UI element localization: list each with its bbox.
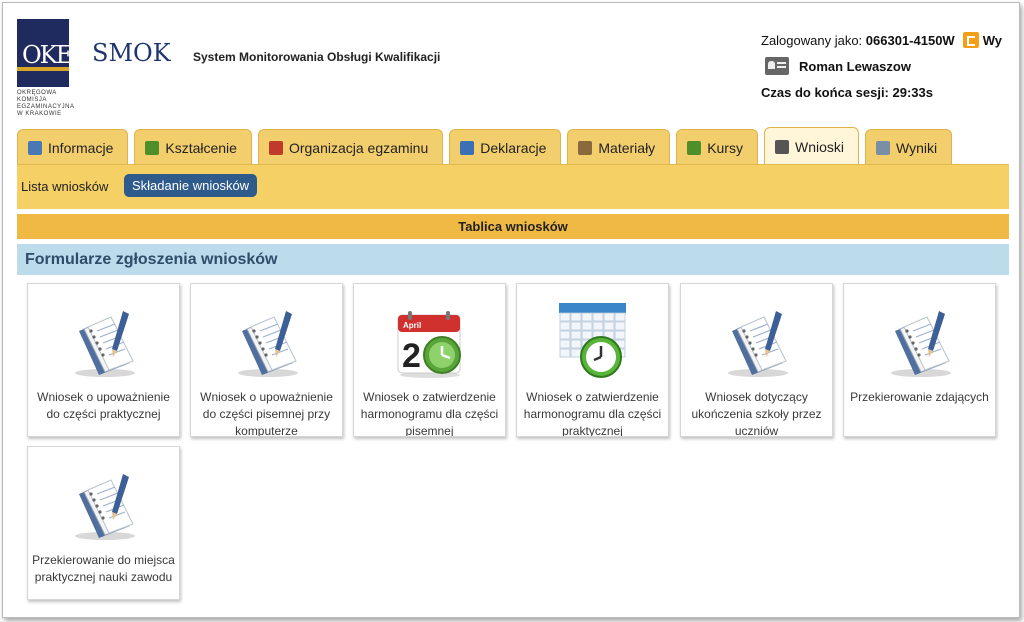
tree-icon (687, 140, 702, 155)
notepad-pen-icon (681, 284, 832, 379)
form-icon (774, 139, 789, 154)
form-tile[interactable]: Przekierowanie do miejsca praktycznej na… (27, 446, 180, 600)
login-id: 066301-4150W (865, 32, 955, 48)
list-requests-link[interactable]: Lista wniosków (21, 179, 108, 194)
form-tile[interactable]: Wniosek o zatwierdzenie harmonogramu dla… (516, 283, 669, 437)
svg-text:April: April (403, 321, 421, 330)
user-card-icon (765, 57, 789, 75)
tab-label: Materiały (598, 139, 656, 156)
form-tile-label: Wniosek o upoważnienie do części praktyc… (37, 390, 170, 421)
app-description: System Monitorowania Obsługi Kwalifikacj… (193, 50, 441, 64)
form-tile[interactable]: April 2 Wniosek o zatwierdzenie harmonogra… (353, 283, 506, 437)
table-clock-icon (517, 284, 668, 379)
subnav: Lista wniosków Składanie wniosków (17, 164, 1009, 209)
logo-subtitle: OKRĘGOWA KOMISJA EGZAMINACYJNA W KRAKOWI… (17, 90, 75, 117)
form-tile-label: Wniosek o upoważnienie do części pisemne… (200, 390, 333, 437)
form-tile-label: Wniosek o zatwierdzenie harmonogramu dla… (523, 390, 662, 437)
info-people-icon (28, 140, 42, 155)
tab-label: Organizacja egzaminu (288, 139, 429, 156)
board-title[interactable]: Tablica wniosków (17, 214, 1009, 239)
form-tile[interactable]: Wniosek dotyczący ukończenia szkoły prze… (680, 283, 833, 437)
logout-icon[interactable] (962, 32, 979, 48)
calendar-icon (268, 140, 283, 155)
submit-requests-button[interactable]: Składanie wniosków (124, 174, 258, 197)
notepad-pen-icon (191, 284, 342, 379)
bag-icon (578, 140, 593, 155)
tab-kursy[interactable]: Kursy (676, 129, 758, 165)
logged-as-label: Zalogowany jako: (761, 32, 863, 48)
tab-label: Wnioski (794, 138, 844, 155)
tree-icon (145, 140, 160, 155)
tab-deklaracje[interactable]: Deklaracje (449, 129, 562, 165)
tab-label: Informacje (48, 139, 114, 156)
tab-wyniki[interactable]: Wyniki (865, 129, 953, 165)
printer-icon (876, 140, 890, 155)
main-tabs: Informacje Kształcenie Organizacja egzamin… (17, 127, 958, 165)
form-tile-label: Przekierowanie zdających (850, 390, 989, 404)
logout-link[interactable]: Wy (983, 33, 1002, 48)
app-window: OKE OKRĘGOWA KOMISJA EGZAMINACYJNA W KRA… (2, 2, 1020, 618)
form-tile[interactable]: Wniosek o upoważnienie do części praktyc… (27, 283, 180, 437)
tab-informacje[interactable]: Informacje (17, 129, 129, 165)
user-name: Roman Lewaszow (799, 58, 911, 74)
tab-label: Kształcenie (165, 139, 237, 156)
notepad-pen-icon (28, 447, 179, 542)
tab-kształcenie[interactable]: Kształcenie (134, 129, 252, 165)
form-tile-label: Wniosek dotyczący ukończenia szkoły prze… (691, 390, 822, 437)
form-tile[interactable]: Wniosek o upoważnienie do części pisemne… (190, 283, 343, 437)
tab-organizacja-egzaminu[interactable]: Organizacja egzaminu (257, 129, 444, 165)
form-tile-label: Wniosek o zatwierdzenie harmonogramu dla… (360, 390, 499, 437)
user-panel: Zalogowany jako: 066301-4150W Wy Roman L… (761, 27, 1002, 105)
calendar-clock-icon: April 2 (354, 284, 505, 379)
form-tile-label: Przekierowanie do miejsca praktycznej na… (32, 553, 175, 584)
app-name: SMOK (92, 39, 171, 67)
tab-materiały[interactable]: Materiały (567, 129, 671, 165)
tab-wnioski[interactable]: Wnioski (763, 127, 859, 165)
notepad-pen-icon (28, 284, 179, 379)
document-icon (460, 140, 475, 155)
notepad-pen-icon (844, 284, 995, 379)
oke-logo[interactable]: OKE OKRĘGOWA KOMISJA EGZAMINACYJNA W KRA… (17, 19, 75, 117)
section-title: Formularze zgłoszenia wniosków (17, 244, 1009, 275)
logo-mark: OKE (22, 41, 73, 69)
tab-label: Deklaracje (480, 139, 547, 156)
tab-label: Wyniki (896, 139, 938, 156)
tab-label: Kursy (707, 139, 743, 156)
session-timer: Czas do końca sesji: 29:33s (761, 84, 933, 100)
form-tile[interactable]: Przekierowanie zdających (843, 283, 996, 437)
svg-text:2: 2 (402, 337, 421, 375)
